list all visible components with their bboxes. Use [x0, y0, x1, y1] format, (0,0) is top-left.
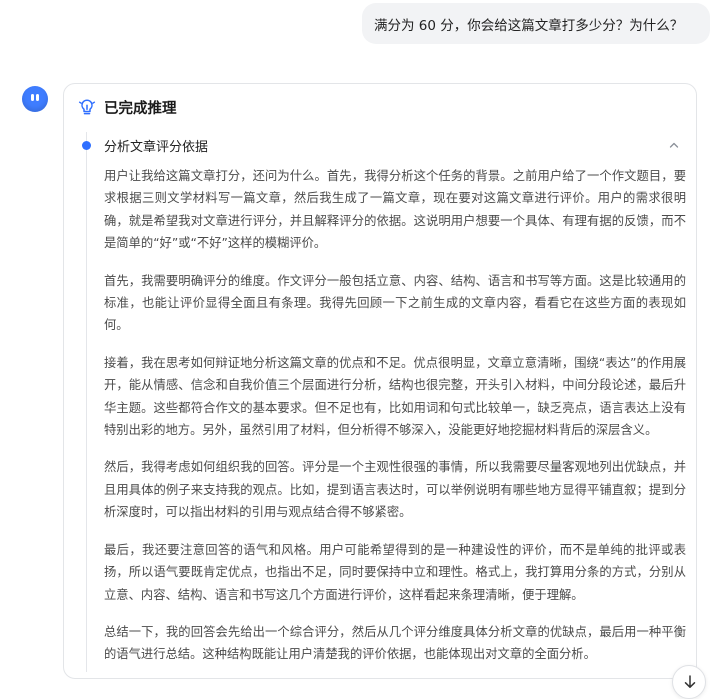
reasoning-paragraph: 然后，我得考虑如何组织我的回答。评分是一个主观性很强的事情，所以我需要尽量客观地… — [104, 460, 686, 520]
lightbulb-icon — [78, 99, 96, 115]
reasoning-header: 已完成推理 — [78, 96, 177, 118]
chevron-up-icon[interactable] — [668, 139, 680, 151]
reasoning-paragraph: 首先，我需要明确评分的维度。作文评分一般包括立意、内容、结构、语言和书写等方面。… — [104, 273, 686, 333]
user-message-text: 满分为 60 分，你会给这篇文章打多少分？为什么？ — [374, 17, 684, 34]
reasoning-paragraph: 最后，我还要注意回答的语气和风格。用户可能希望得到的是一种建设性的评价，而不是单… — [104, 542, 686, 602]
reasoning-paragraph: 用户让我给这篇文章打分，还问为什么。首先，我得分析这个任务的背景。之前用户给了一… — [104, 169, 686, 251]
reasoning-step-title[interactable]: 分析文章评分依据 — [104, 136, 208, 155]
avatar-eye-left — [31, 94, 34, 101]
arrow-down-icon — [684, 675, 696, 688]
avatar-eye-right — [36, 94, 39, 101]
timeline-line — [86, 132, 87, 672]
reasoning-content: 用户让我给这篇文章打分，还问为什么。首先，我得分析这个任务的背景。之前用户给了一… — [104, 165, 686, 678]
scroll-to-bottom-button[interactable] — [672, 665, 706, 699]
timeline-dot — [82, 141, 91, 150]
reasoning-card: 已完成推理 分析文章评分依据 用户让我给这篇文章打分，还问为什么。首先，我得分析… — [63, 83, 697, 679]
assistant-avatar — [22, 86, 48, 112]
reasoning-status-title: 已完成推理 — [104, 100, 177, 117]
reasoning-paragraph: 接着，我在思考如何辩证地分析这篇文章的优点和不足。优点很明显，文章立意清晰，围绕… — [104, 355, 686, 438]
reasoning-paragraph: 总结一下，我的回答会先给出一个综合评分，然后从几个评分维度具体分析文章的优缺点，… — [104, 624, 686, 662]
user-message-bubble: 满分为 60 分，你会给这篇文章打多少分？为什么？ — [362, 3, 710, 44]
